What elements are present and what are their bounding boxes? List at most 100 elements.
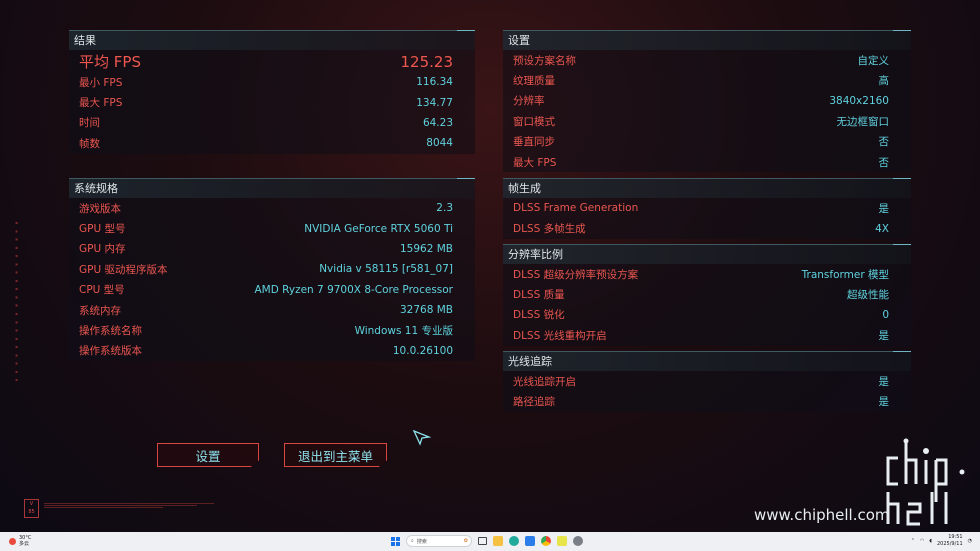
settings-button[interactable]: 设置 — [157, 443, 259, 467]
system-spec-value: Nvidia v 58115 [r581_07] — [319, 263, 453, 276]
settings-panel: 设置 预设方案名称 自定义 纹理质量 高分辨率 3840x2160 窗口模式 无边框窗口 垂直… — [503, 30, 911, 173]
weather-desc: 多云 — [19, 541, 30, 547]
setting-value: 自定义 — [857, 54, 890, 67]
result-value: 116.34 — [416, 76, 453, 89]
search-highlight-icon: ✿ — [463, 538, 468, 544]
ray-tracing-header: 光线追踪 — [503, 351, 911, 371]
resolution-scaling-row: DLSS 质量 超级性能 — [503, 284, 911, 304]
ray-tracing-row: 路径追踪 是 — [503, 391, 911, 411]
clock-time: 19:51 — [948, 534, 963, 540]
system-spec-row: GPU 型号 NVIDIA GeForce RTX 5060 Ti — [69, 218, 475, 238]
edge-icon[interactable] — [509, 536, 519, 546]
resolution-scaling-row: DLSS 锐化 0 — [503, 305, 911, 325]
setting-row: 预设方案名称 自定义 — [503, 50, 911, 70]
system-spec-value: 2.3 — [436, 202, 453, 215]
gear-icon[interactable] — [573, 536, 583, 546]
resolution-scaling-row: DLSS 光线重构开启 是 — [503, 325, 911, 345]
system-header: 系统规格 — [69, 178, 475, 198]
chrome-icon[interactable] — [541, 536, 551, 546]
resolution-scaling-value: 0 — [882, 308, 889, 321]
results-body: 平均 FPS 125.23 最小 FPS 116.34 最大 FPS 134.77 时间… — [69, 50, 475, 154]
setting-value: 否 — [878, 156, 890, 169]
result-label: 最小 FPS — [79, 76, 123, 89]
setting-row: 分辨率 3840x2160 — [503, 91, 911, 111]
setting-value: 无边框窗口 — [836, 115, 890, 128]
resolution-scaling-label: DLSS 超级分辨率预设方案 — [513, 268, 639, 281]
task-view-icon[interactable] — [478, 537, 487, 545]
ray-tracing-value: 是 — [878, 375, 890, 388]
system-spec-label: 游戏版本 — [79, 202, 121, 215]
setting-value: 高 — [878, 75, 890, 88]
system-spec-row: 游戏版本 2.3 — [69, 198, 475, 218]
ray-tracing-body: 光线追踪开启是路径追踪是 — [503, 371, 911, 412]
system-spec-row: 操作系统名称 Windows 11 专业版 — [69, 320, 475, 340]
system-spec-value: 15962 MB — [399, 242, 453, 255]
system-spec-label: 操作系统版本 — [79, 345, 142, 358]
setting-row: 垂直同步 否 — [503, 132, 911, 152]
setting-label: 窗口模式 — [513, 115, 555, 128]
search-placeholder: 搜索 — [416, 538, 427, 545]
frame-gen-body: DLSS Frame Generation 是 DLSS 多帧生成 4X — [503, 198, 911, 239]
system-spec-row: CPU 型号 AMD Ryzen 7 9700X 8-Core Processor — [69, 280, 475, 300]
frame-gen-panel: 帧生成 DLSS Frame Generation 是 DLSS 多帧生成 4X — [503, 178, 911, 239]
frame-gen-row: DLSS 多帧生成 4X — [503, 218, 911, 238]
result-label: 最大 FPS — [79, 97, 123, 110]
exit-to-main-menu-button[interactable]: 退出到主菜单 — [284, 443, 387, 467]
result-row: 帧数 8044 — [69, 133, 475, 153]
windows-taskbar: 30°C 多云 ⌕ 搜索 ✿ ⌃ ◠ ◖ 19:51 2025/9/11 ◔ — [0, 532, 980, 551]
chiphell-logo-icon — [886, 438, 965, 526]
system-spec-label: 操作系统名称 — [79, 325, 142, 338]
system-spec-value: 10.0.26100 — [392, 344, 453, 357]
setting-value: 3840x2160 — [829, 94, 889, 107]
setting-label: 预设方案名称 — [513, 54, 576, 67]
resolution-scaling-value: Transformer 模型 — [801, 268, 889, 281]
frame-gen-header: 帧生成 — [503, 178, 911, 198]
avg-fps-row: 平均 FPS 125.23 — [69, 51, 475, 72]
result-value: 64.23 — [422, 116, 453, 129]
system-spec-value: 32768 MB — [399, 304, 453, 317]
mouse-cursor-icon — [413, 430, 431, 446]
settings-body: 预设方案名称 自定义 纹理质量高分辨率 3840x2160 窗口模式 无边框窗口 垂直同步否… — [503, 50, 911, 173]
weather-icon — [9, 537, 16, 545]
setting-label: 垂直同步 — [513, 136, 555, 149]
system-spec-label: GPU 内存 — [79, 243, 126, 256]
resolution-scaling-body: DLSS 超级分辨率预设方案 Transformer 模型 DLSS 质量 超级性能 D… — [503, 264, 911, 346]
chevron-up-icon[interactable]: ⌃ — [911, 538, 915, 544]
system-spec-label: GPU 型号 — [79, 223, 126, 236]
system-spec-row: 系统内存 32768 MB — [69, 300, 475, 320]
results-panel: 结果 平均 FPS 125.23 最小 FPS 116.34 最大 FPS 134.7… — [69, 30, 475, 154]
resolution-scaling-label: DLSS 锐化 — [513, 309, 565, 322]
result-value: 8044 — [426, 137, 453, 150]
resolution-scaling-label: DLSS 光线重构开启 — [513, 329, 607, 342]
ray-tracing-value: 是 — [878, 396, 890, 409]
network-icon[interactable]: ◠ — [920, 538, 924, 544]
result-row: 最大 FPS 134.77 — [69, 92, 475, 112]
resolution-scaling-value: 超级性能 — [847, 289, 889, 302]
system-spec-value: AMD Ryzen 7 9700X 8-Core Processor — [254, 283, 453, 296]
setting-label: 纹理质量 — [513, 75, 555, 88]
setting-row: 窗口模式 无边框窗口 — [503, 111, 911, 131]
speaker-icon[interactable]: ◖ — [929, 538, 932, 544]
windows-start-icon[interactable] — [391, 536, 400, 546]
ray-tracing-row: 光线追踪开启 是 — [503, 371, 911, 391]
search-icon: ⌕ — [411, 538, 414, 544]
taskbar-clock[interactable]: 19:51 2025/9/11 — [937, 534, 963, 548]
frame-gen-value: 4X — [875, 222, 889, 235]
taskbar-search[interactable]: ⌕ 搜索 ✿ — [406, 535, 472, 547]
system-spec-label: CPU 型号 — [79, 284, 125, 297]
system-spec-row: 操作系统版本 10.0.26100 — [69, 341, 475, 361]
setting-label: 分辨率 — [513, 95, 545, 108]
frame-gen-label: DLSS 多帧生成 — [513, 223, 586, 236]
side-decor-text: ▪ ▪ ▪ ▪ ▪ ▪ ▪ ▪ ▪ ▪ ▪ ▪ ▪ ▪ ▪ ▪ ▪ ▪ ▪ ▪ — [14, 220, 19, 384]
weather-widget[interactable]: 30°C 多云 — [9, 535, 31, 547]
notification-bell-icon[interactable]: ◔ — [968, 538, 972, 544]
result-value: 134.77 — [416, 96, 453, 109]
file-explorer-icon[interactable] — [493, 536, 503, 546]
frame-gen-value: 是 — [878, 202, 890, 215]
avg-fps-value: 125.23 — [400, 52, 454, 71]
game-app-icon[interactable] — [557, 536, 567, 546]
store-icon[interactable] — [525, 536, 535, 546]
ray-tracing-panel: 光线追踪 光线追踪开启是路径追踪是 — [503, 351, 911, 412]
system-body: 游戏版本 2.3 GPU 型号 NVIDIA GeForce RTX 5060 Ti G… — [69, 198, 475, 362]
system-spec-row: GPU 内存 15962 MB — [69, 239, 475, 259]
